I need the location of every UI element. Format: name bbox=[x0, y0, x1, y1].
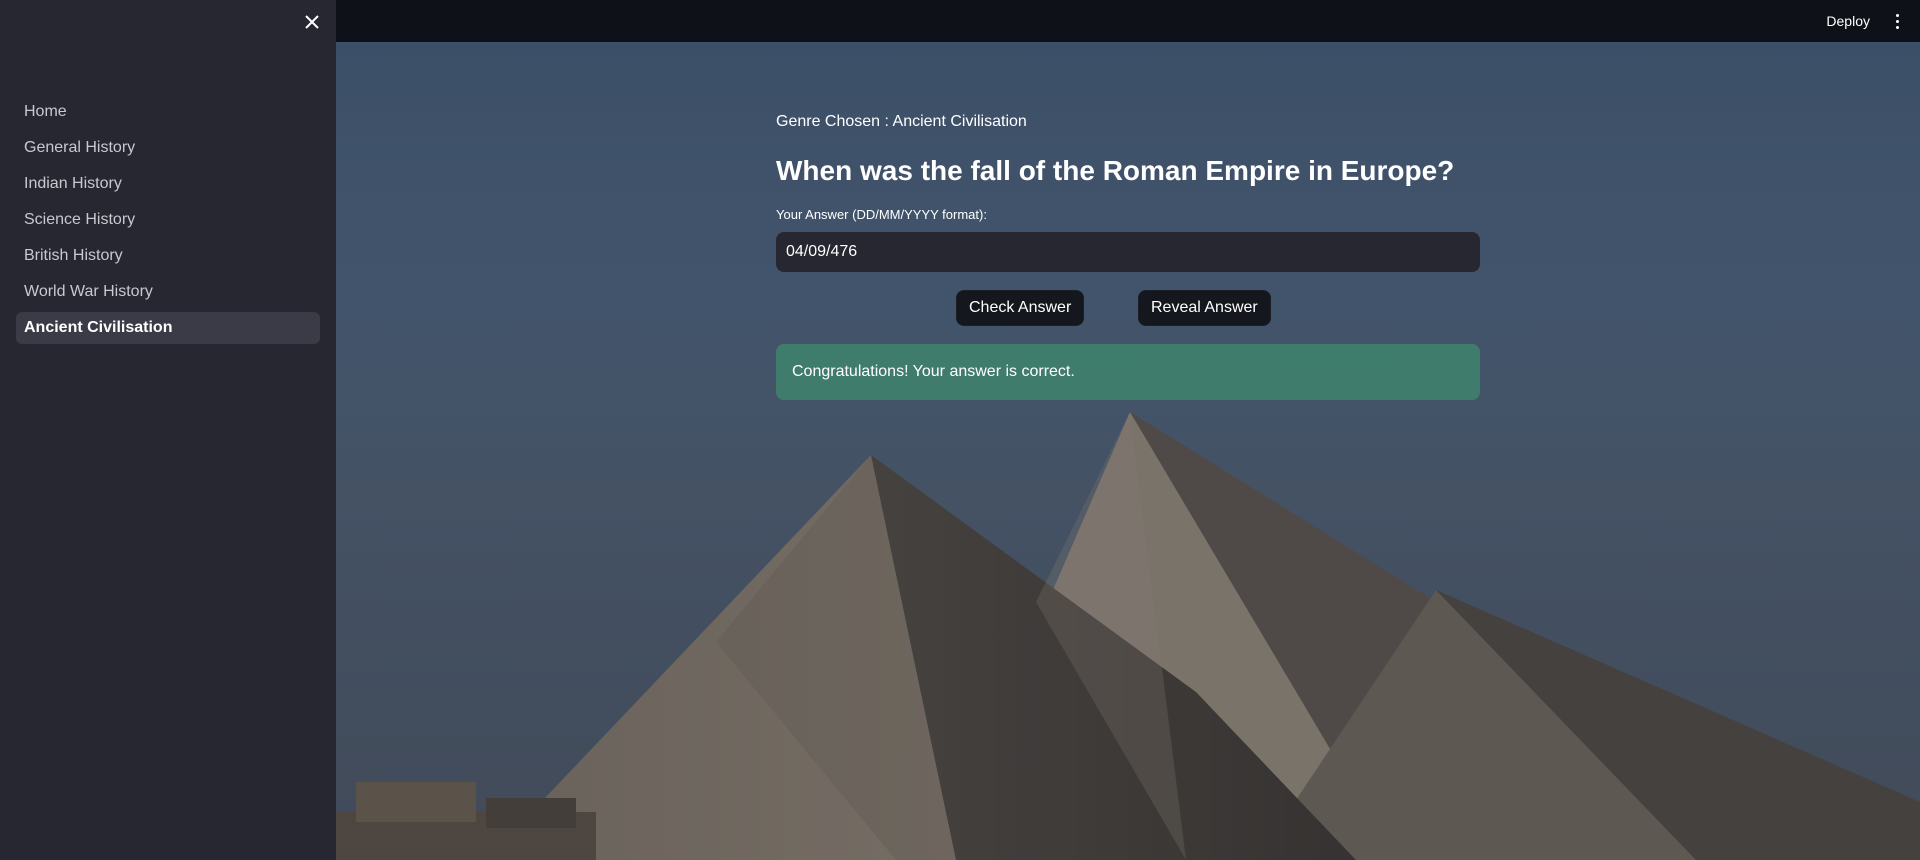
button-row: Check Answer Reveal Answer bbox=[776, 290, 1480, 326]
reveal-answer-button[interactable]: Reveal Answer bbox=[1138, 290, 1271, 326]
sidebar: Home General History Indian History Scie… bbox=[0, 0, 336, 860]
answer-input[interactable] bbox=[776, 232, 1480, 272]
success-message: Congratulations! Your answer is correct. bbox=[792, 363, 1075, 380]
question-heading: When was the fall of the Roman Empire in… bbox=[776, 155, 1455, 186]
success-alert: Congratulations! Your answer is correct. bbox=[776, 344, 1480, 400]
main-area: Genre Chosen : Ancient Civilisation When… bbox=[336, 42, 1920, 860]
check-answer-button[interactable]: Check Answer bbox=[956, 290, 1085, 326]
sidebar-item-indian-history[interactable]: Indian History bbox=[16, 168, 320, 200]
sidebar-nav: Home General History Indian History Scie… bbox=[16, 96, 320, 348]
sidebar-item-world-war-history[interactable]: World War History bbox=[16, 276, 320, 308]
sidebar-item-ancient-civilisation[interactable]: Ancient Civilisation bbox=[16, 312, 320, 344]
close-icon bbox=[305, 15, 319, 29]
sidebar-item-science-history[interactable]: Science History bbox=[16, 204, 320, 236]
genre-text: Genre Chosen : Ancient Civilisation bbox=[776, 113, 1027, 130]
sidebar-item-home[interactable]: Home bbox=[16, 96, 320, 128]
sidebar-item-general-history[interactable]: General History bbox=[16, 132, 320, 164]
top-header: Deploy bbox=[336, 0, 1920, 42]
kebab-menu-icon bbox=[1895, 19, 1899, 23]
deploy-button[interactable]: Deploy bbox=[1826, 10, 1870, 32]
sidebar-item-british-history[interactable]: British History bbox=[16, 240, 320, 272]
close-sidebar-button[interactable] bbox=[300, 10, 324, 34]
kebab-menu-icon bbox=[1895, 13, 1899, 17]
quiz-content: Genre Chosen : Ancient Civilisation When… bbox=[776, 110, 1480, 400]
answer-label: Your Answer (DD/MM/YYYY format): bbox=[776, 207, 987, 222]
kebab-menu-icon bbox=[1895, 25, 1899, 29]
main-menu-button[interactable] bbox=[1892, 10, 1902, 32]
